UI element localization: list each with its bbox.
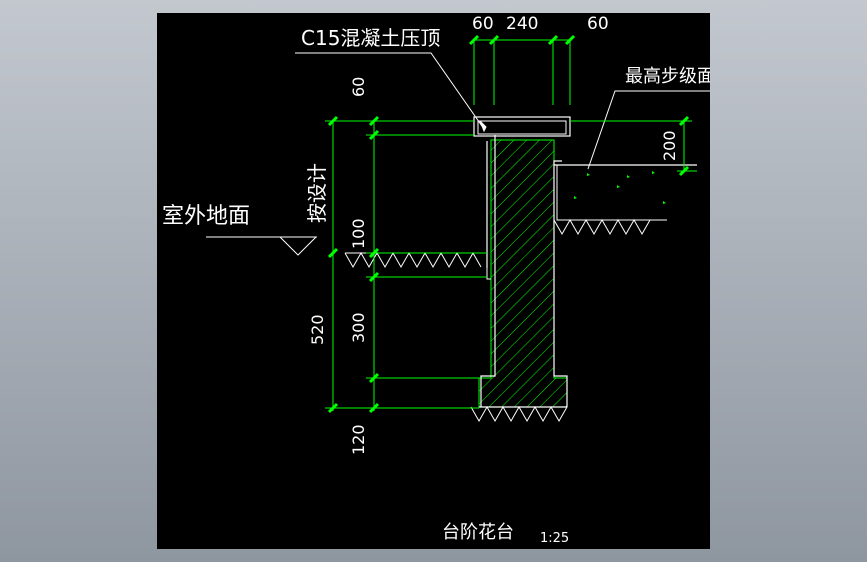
cap-leader bbox=[295, 52, 487, 133]
dim-top-right: 60 bbox=[587, 14, 609, 34]
step-leader bbox=[587, 90, 710, 170]
coping-cap-inner bbox=[477, 120, 567, 135]
gravel bbox=[574, 171, 666, 204]
section-drawing: C15混凝土压顶 最高步级面 室外地面 按设计 台阶花台 1:25 60 240… bbox=[162, 14, 710, 546]
dim-left-100: 100 bbox=[349, 218, 368, 249]
top-step-label: 最高步级面 bbox=[625, 66, 710, 87]
step-side bbox=[556, 165, 667, 221]
outdoor-ground-label: 室外地面 bbox=[162, 204, 250, 229]
drawing-title: 台阶花台 bbox=[442, 522, 514, 543]
dim-left-120: 120 bbox=[349, 424, 368, 455]
as-designed-label: 按设计 bbox=[305, 163, 329, 223]
drawing-scale: 1:25 bbox=[540, 531, 569, 546]
dim-left-520: 520 bbox=[308, 314, 327, 345]
cad-viewport[interactable]: C15混凝土压顶 最高步级面 室外地面 按设计 台阶花台 1:25 60 240… bbox=[157, 13, 710, 549]
dim-top-mid: 240 bbox=[506, 14, 538, 34]
dim-left-60: 60 bbox=[349, 77, 368, 97]
dim-left-300: 300 bbox=[349, 312, 368, 343]
dim-top-left: 60 bbox=[472, 14, 494, 34]
dim-right-200: 200 bbox=[660, 130, 679, 161]
ground-level-symbol bbox=[206, 236, 317, 256]
cap-note-label: C15混凝土压顶 bbox=[301, 26, 440, 50]
coping-cap bbox=[473, 116, 571, 137]
